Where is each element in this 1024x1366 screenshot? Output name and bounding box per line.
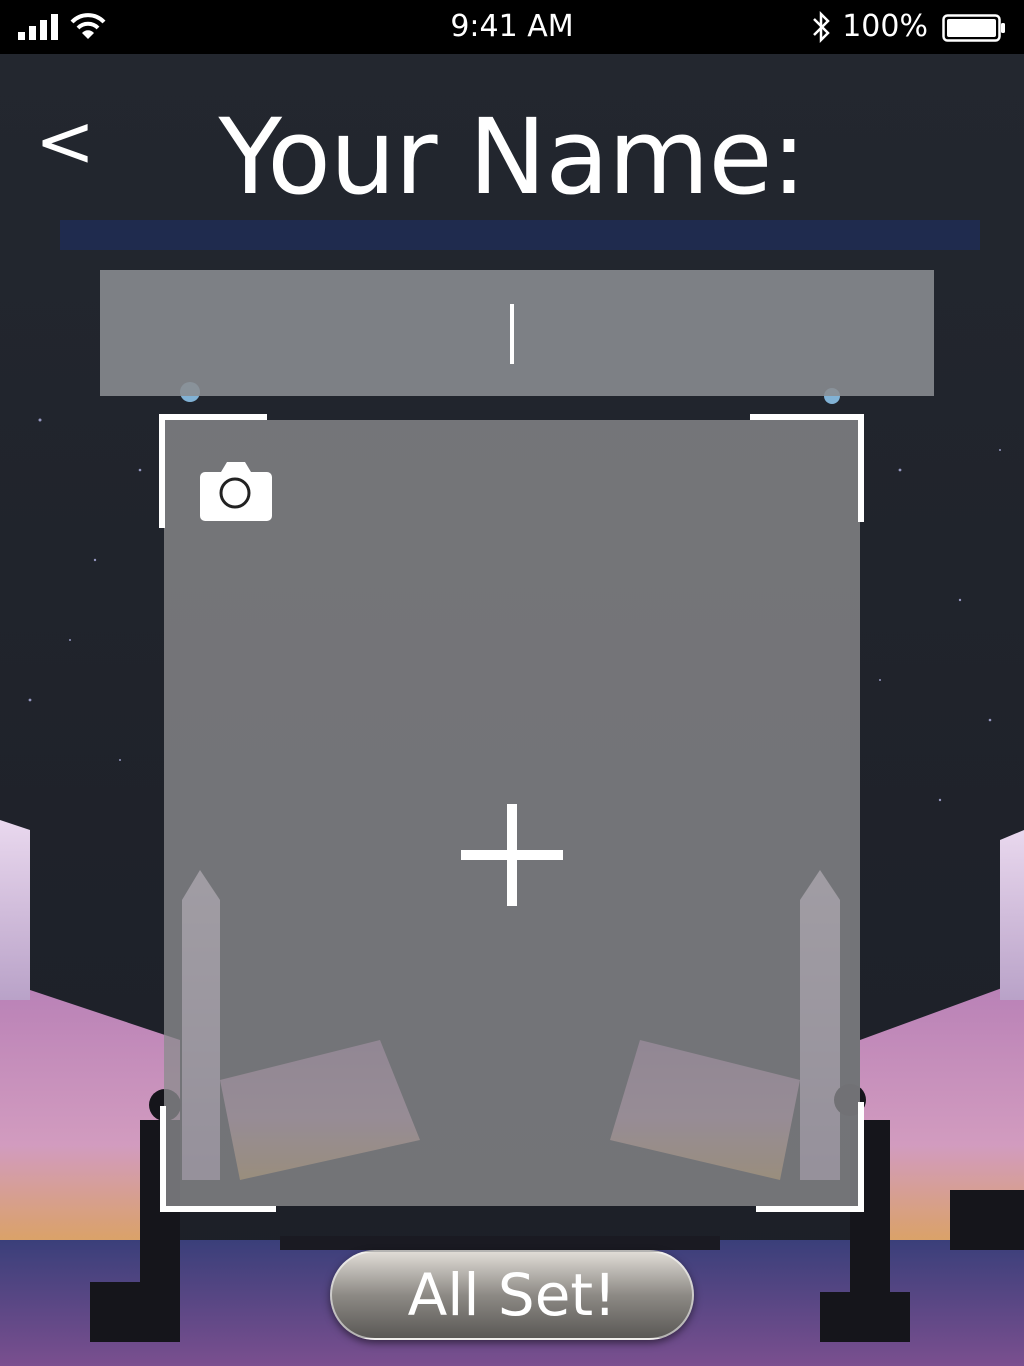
status-bar: 9:41 AM 100% [0, 0, 1024, 54]
frame-corner-bottom-right [756, 1102, 864, 1212]
battery-percentage: 100% [842, 9, 928, 44]
camera-icon[interactable] [199, 458, 273, 522]
plus-icon[interactable] [461, 804, 563, 906]
all-set-button[interactable]: All Set! [330, 1250, 694, 1340]
frame-corner-bottom-left [160, 1106, 276, 1212]
text-cursor [510, 304, 514, 364]
frame-corner-top-right [750, 414, 864, 522]
bluetooth-icon [813, 10, 830, 44]
battery-icon [942, 14, 1005, 42]
page-title: Your Name: [218, 96, 807, 218]
name-input[interactable] [100, 270, 934, 396]
